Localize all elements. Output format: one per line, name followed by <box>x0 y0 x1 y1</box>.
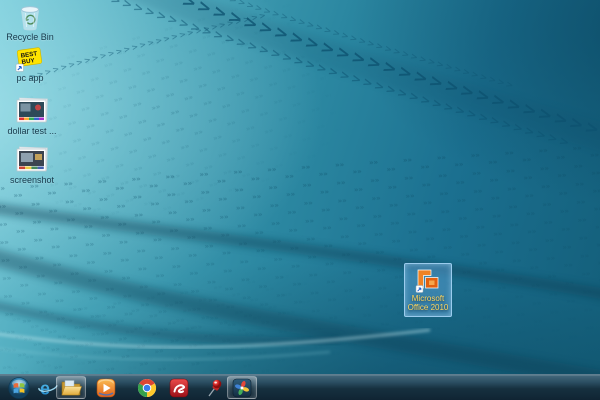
svg-text:>>>>>>>>>>>>>>>>>>>>>>>>>>>>>>: >>>>>>>>>>>>>>>>>>>>>>>>>>>>>>>>>>>>>>>>… <box>134 0 516 92</box>
desktop-icon-label: dollar test ... <box>7 126 56 136</box>
desktop-icon-photo-2[interactable]: screenshot <box>4 146 60 185</box>
taskbar-pushpin-app[interactable] <box>203 376 225 399</box>
red-pushpin-icon <box>205 378 223 398</box>
orange-play-icon <box>96 378 116 398</box>
colorful-pinwheel-icon <box>232 378 252 398</box>
desktop-icon-label: pc app <box>16 73 43 83</box>
svg-text:>>>>>>>>>>>>>>>>>>>>>>>>>>>>>>: >>>>>>>>>>>>>>>>>>>>>>>>>>>>>>>>>>>> <box>0 0 600 155</box>
desktop-icon-photo-1[interactable]: dollar test ... <box>4 97 60 136</box>
desktop-icon-label: screenshot <box>10 175 54 185</box>
shortcut-arrow-overlay <box>16 64 24 72</box>
desktop-wallpaper: »» »» <box>0 0 600 400</box>
taskbar-windows-media-player[interactable] <box>93 376 119 399</box>
taskbar: e <box>0 374 600 400</box>
taskbar-pinwheel-app[interactable] <box>227 376 257 399</box>
folder-icon <box>60 378 82 397</box>
windows-orb-icon <box>8 377 30 399</box>
svg-text:>>>>>>>>>>>>>>>>>>>>>>>>>>>>>>: >>>>>>>>>>>>>>>>>>>>>>>>>>>>>> <box>28 10 268 82</box>
office-2010-icon <box>414 266 442 294</box>
desktop-icon-label: Recycle Bin <box>6 32 54 42</box>
desktop-icon-recycle-bin[interactable]: Recycle Bin <box>4 3 56 42</box>
svg-text:>>>>>>>>>>>>>>>>>>>>>>>>>>>>>>: >>>>>>>>>>>>>>>>>>>>>>>>>>>>>>>>>>>>>>>> <box>109 0 573 150</box>
red-square-swoosh-icon <box>169 378 189 398</box>
taskbar-red-app[interactable] <box>166 376 192 399</box>
start-button[interactable] <box>6 376 32 399</box>
desktop-icon-label: Microsoft Office 2010 <box>405 295 451 313</box>
taskbar-windows-explorer[interactable] <box>56 376 86 399</box>
chrome-icon <box>137 378 157 398</box>
desktop-icon-office-2010[interactable]: Microsoft Office 2010 <box>404 263 452 317</box>
svg-text:e: e <box>40 378 50 398</box>
recycle-bin-icon <box>17 3 43 31</box>
photo-thumbnail-icon <box>15 146 49 174</box>
desktop-icon-bestbuy-shortcut[interactable]: BEST BUY pc app <box>4 46 56 83</box>
taskbar-google-chrome[interactable] <box>134 376 160 399</box>
shortcut-arrow-overlay <box>416 286 423 293</box>
photo-thumbnail-icon <box>15 97 49 125</box>
wallpaper-art: »» »» <box>0 0 600 400</box>
bestbuy-tag-icon: BEST BUY <box>15 46 45 72</box>
